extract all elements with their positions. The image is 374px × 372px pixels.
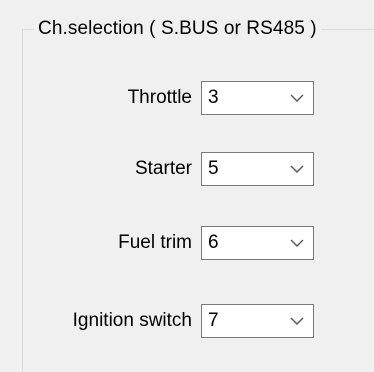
throttle-channel-select[interactable]: 3 (201, 81, 314, 115)
ignition-switch-row: Ignition switch 7 (73, 304, 314, 338)
throttle-label: Throttle (127, 87, 192, 108)
fuel-trim-label: Fuel trim (118, 232, 192, 253)
chevron-down-icon[interactable] (289, 92, 305, 104)
chevron-down-icon[interactable] (289, 163, 305, 175)
fuel-trim-row: Fuel trim 6 (118, 226, 314, 260)
chevron-down-icon[interactable] (289, 315, 305, 327)
starter-channel-value: 5 (208, 158, 219, 179)
ignition-switch-channel-value: 7 (208, 310, 219, 331)
starter-row: Starter 5 (135, 152, 314, 186)
groupbox-title: Ch.selection ( S.BUS or RS485 ) (34, 16, 321, 42)
fuel-trim-channel-select[interactable]: 6 (201, 226, 314, 260)
throttle-row: Throttle 3 (128, 81, 314, 115)
ignition-switch-channel-select[interactable]: 7 (201, 304, 314, 338)
ignition-switch-label: Ignition switch (72, 310, 192, 331)
chevron-down-icon[interactable] (289, 237, 305, 249)
starter-label: Starter (134, 158, 192, 179)
starter-channel-select[interactable]: 5 (201, 152, 314, 186)
throttle-channel-value: 3 (208, 87, 219, 108)
fuel-trim-channel-value: 6 (208, 232, 219, 253)
